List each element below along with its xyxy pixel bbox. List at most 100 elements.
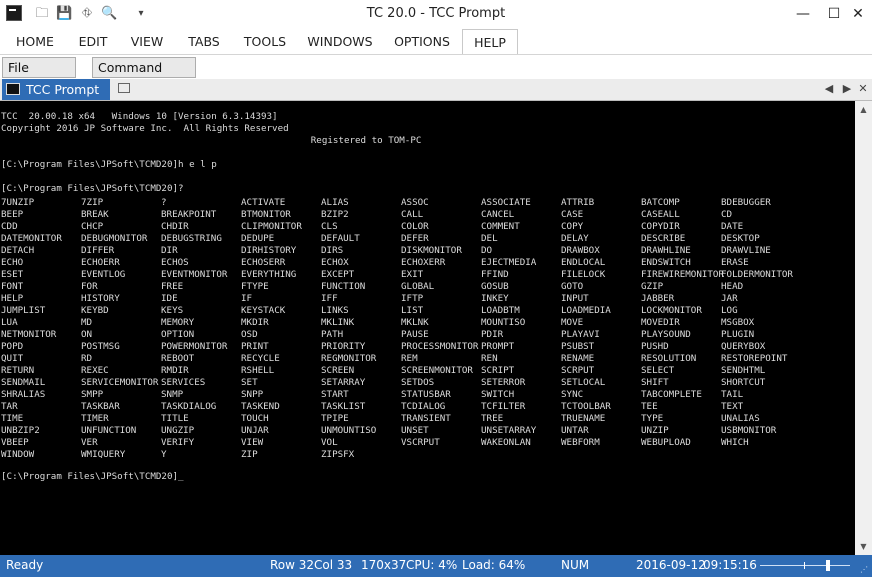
command-item: WINDOW [1, 449, 35, 460]
command-item: WAKEONLAN [481, 437, 531, 448]
status-ready: Ready [6, 558, 44, 572]
scroll-down-icon[interactable]: ▼ [855, 538, 872, 555]
command-item: KEYSTACK [241, 305, 286, 316]
command-item: 7ZIP [81, 197, 104, 208]
command-item: ENDSWITCH [641, 257, 691, 268]
command-item: DATE [721, 221, 744, 232]
command-item: DRAWHLINE [641, 245, 691, 256]
command-item: TRUENAME [561, 413, 606, 424]
command-item: IF [241, 293, 253, 304]
tab-tcc-prompt[interactable]: TCC Prompt [2, 79, 110, 100]
command-item: RESOLUTION [641, 353, 697, 364]
scroll-up-icon[interactable]: ▲ [855, 101, 872, 118]
command-input-button[interactable]: Command Input [92, 57, 196, 94]
command-item: SCRIPT [481, 365, 515, 376]
command-item: START [321, 389, 349, 400]
command-item: CASEALL [641, 209, 680, 220]
command-item: USBMONITOR [721, 425, 777, 436]
command-item: ECHOX [321, 257, 349, 268]
console-header-lines: TCC 20.00.18 x64 Windows 10 [Version 6.3… [1, 111, 421, 195]
command-item: MEMORY [161, 317, 195, 328]
command-item: PLAYSOUND [641, 329, 691, 340]
command-item: EJECTMEDIA [481, 257, 537, 268]
tab-tools[interactable]: TOOLS [240, 29, 290, 54]
command-item: EXCEPT [321, 269, 355, 280]
command-item: CDD [1, 221, 18, 232]
command-item: ECHOS [161, 257, 189, 268]
command-item: DEFER [401, 233, 429, 244]
command-item: WMIQUERY [81, 449, 126, 460]
command-item: UNTAR [561, 425, 589, 436]
command-item: RSHELL [241, 365, 275, 376]
command-item: DETACH [1, 245, 35, 256]
command-item: STATUSBAR [401, 389, 451, 400]
command-item: SET [241, 377, 258, 388]
tab-home[interactable]: HOME [9, 29, 61, 54]
command-item: ENDLOCAL [561, 257, 606, 268]
command-item: BREAK [81, 209, 109, 220]
tab-label: TCC Prompt [26, 82, 100, 97]
command-item: EVENTLOG [81, 269, 126, 280]
console-line: [C:\Program Files\JPSoft\TCMD20]? [1, 183, 184, 194]
command-item: PLUGIN [721, 329, 755, 340]
command-item: BATCOMP [641, 197, 680, 208]
window-title: TC 20.0 - TCC Prompt [366, 6, 506, 21]
toolbar: File Explorer Command Input [0, 54, 872, 94]
command-item: IDE [161, 293, 178, 304]
close-button[interactable]: ✕ [835, 0, 872, 29]
command-item: BZIP2 [321, 209, 349, 220]
command-item: RETURN [1, 365, 35, 376]
command-item: GOTO [561, 281, 584, 292]
command-item: PROMPT [481, 341, 515, 352]
status-load: Load: 64% [462, 558, 526, 572]
zoom-slider[interactable] [760, 560, 850, 571]
command-item: TIME [1, 413, 24, 424]
command-item: DIRHISTORY [241, 245, 297, 256]
tab-view[interactable]: VIEW [126, 29, 168, 54]
tab-close-icon[interactable]: ✕ [856, 81, 870, 97]
vertical-scrollbar[interactable]: ▲ ▼ [855, 101, 872, 555]
command-item: TASKDIALOG [161, 401, 217, 412]
command-item: ATTRIB [561, 197, 595, 208]
console-line: TCC 20.00.18 x64 Windows 10 [Version 6.3… [1, 111, 278, 122]
command-item: MOVEDIR [641, 317, 680, 328]
command-item: ASSOCIATE [481, 197, 531, 208]
command-item: CANCEL [481, 209, 515, 220]
command-item: ZIPSFX [321, 449, 355, 460]
command-item: WHICH [721, 437, 749, 448]
file-explorer-button[interactable]: File Explorer [2, 57, 76, 94]
command-item: UNGZIP [161, 425, 195, 436]
tab-scroll-right-icon[interactable]: ▶ [840, 81, 854, 97]
command-item: TYPE [641, 413, 664, 424]
tab-windows[interactable]: WINDOWS [304, 29, 376, 54]
tab-help[interactable]: HELP [462, 29, 518, 54]
command-item: JUMPLIST [1, 305, 46, 316]
command-item: DO [481, 245, 493, 256]
command-item: WEBFORM [561, 437, 600, 448]
command-item: SENDHTML [721, 365, 766, 376]
status-bar: Ready Row 32 Col 33 170x37 CPU: 4% Load:… [0, 555, 872, 577]
command-item: REN [481, 353, 498, 364]
command-item: TCTOOLBAR [561, 401, 611, 412]
command-item: ON [81, 329, 93, 340]
command-item: TRANSIENT [401, 413, 451, 424]
tab-edit[interactable]: EDIT [72, 29, 114, 54]
command-item: ECHOXERR [401, 257, 446, 268]
command-item: RENAME [561, 353, 595, 364]
command-item: SHRALIAS [1, 389, 46, 400]
zoom-thumb[interactable] [826, 560, 830, 571]
new-tab-icon[interactable] [118, 83, 130, 93]
console-output[interactable]: TCC 20.00.18 x64 Windows 10 [Version 6.3… [0, 101, 855, 555]
command-item: FONT [1, 281, 24, 292]
command-item: VIEW [241, 437, 264, 448]
tab-tabs[interactable]: TABS [182, 29, 226, 54]
command-item: Y [161, 449, 167, 460]
command-item: ? [161, 197, 167, 208]
command-item: PLAYAVI [561, 329, 600, 340]
resize-grip-icon[interactable]: ⋰ [860, 565, 870, 575]
command-item: DIR [161, 245, 178, 256]
command-item: REM [401, 353, 418, 364]
tab-options[interactable]: OPTIONS [390, 29, 454, 54]
tab-scroll-left-icon[interactable]: ◀ [822, 81, 836, 97]
command-item: ECHO [1, 257, 24, 268]
